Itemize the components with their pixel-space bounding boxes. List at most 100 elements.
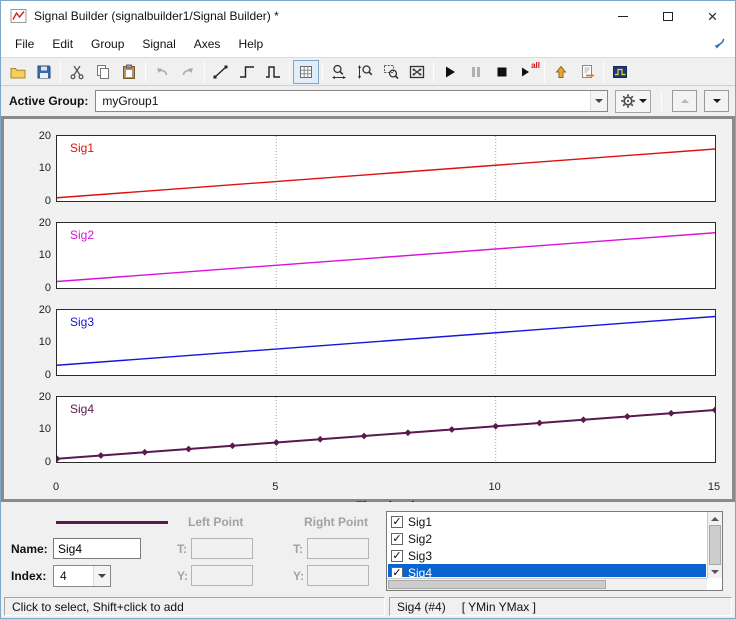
undo-button[interactable] [149,60,175,84]
index-combobox[interactable]: 4 [53,565,111,587]
chevron-down-icon [638,99,647,103]
status-range: [ YMin YMax ] [461,600,536,614]
plot-canvas-sig1[interactable] [57,136,715,201]
signal-label: Sig2 [70,228,95,242]
toolbar-separator [433,61,434,82]
save-icon [37,65,51,78]
status-selection: Sig4 (#4) [ YMin YMax ] [389,597,732,616]
chevron-up-icon [680,99,689,103]
plot-area: 20 10 0 Sig1 20 10 0 Sig2 20 10 0 Sig3 20 10 0 Sig4 0 5 1… [1,116,735,513]
zoom-time-button[interactable] [326,60,352,84]
index-label: Index: [11,569,47,583]
settings-button[interactable] [615,89,651,113]
run-all-button[interactable]: all [515,60,541,84]
chevron-down-icon [93,566,110,586]
signal-listbox: ✓ Sig1 ✓ Sig2 ✓ Sig3 ✓ Sig4 [386,511,723,591]
plot-sig4[interactable]: 20 10 0 Sig4 [39,391,716,468]
menu-signal[interactable]: Signal [133,32,184,56]
signal-list-item[interactable]: ✓ Sig2 [388,530,706,547]
snap-grid-button[interactable] [293,59,319,84]
open-icon [10,67,26,78]
open-button[interactable] [5,60,31,84]
right-y-input [307,565,369,586]
signal-checkbox[interactable]: ✓ [391,532,403,545]
menu-file[interactable]: File [6,32,43,56]
maximize-button[interactable] [645,2,690,31]
scope-button[interactable] [607,60,633,84]
scroll-down-button[interactable] [708,565,722,578]
up-button[interactable] [548,60,574,84]
expand-panel-button[interactable] [704,90,729,112]
save-button[interactable] [31,60,57,84]
right-point-label: Right Point [304,515,368,529]
toolbar-separator [145,61,146,82]
signal-checkbox[interactable]: ✓ [391,566,403,577]
plot-canvas-sig4[interactable] [57,397,715,462]
active-group-value: myGroup1 [102,94,159,108]
plot-sig3[interactable]: 20 10 0 Sig3 [39,304,716,381]
signal-checkbox[interactable]: ✓ [391,549,403,562]
signal-list-item[interactable]: ✓ Sig4 [388,564,706,577]
zoom-fit-button[interactable] [404,60,430,84]
toolbar-separator [289,61,290,82]
zoom-region-button[interactable] [378,60,404,84]
scroll-up-icon [711,516,719,521]
horizontal-scrollbar[interactable] [387,578,707,590]
signal-checkbox[interactable]: ✓ [391,515,403,528]
stop-button[interactable] [489,60,515,84]
cut-icon [70,65,84,79]
export-button[interactable] [574,60,600,84]
redo-button[interactable] [175,60,201,84]
toolbar-separator [60,61,61,82]
signal-list-item[interactable]: ✓ Sig3 [388,547,706,564]
menu-group[interactable]: Group [82,32,133,56]
draw-pulse-button[interactable] [260,60,286,84]
copy-button[interactable] [90,60,116,84]
minimize-icon [617,15,628,17]
left-y-label: Y: [177,569,189,583]
hscrollbar-thumb[interactable] [388,580,606,589]
menu-help[interactable]: Help [229,32,272,56]
stop-icon [497,67,507,76]
export-icon [582,64,595,78]
snap-grid-icon [300,65,312,78]
signal-list-item[interactable]: ✓ Sig1 [388,513,706,530]
name-input[interactable] [53,538,141,559]
menu-edit[interactable]: Edit [43,32,82,56]
pause-button[interactable] [463,60,489,84]
left-t-input [191,538,253,559]
draw-line-button[interactable] [208,60,234,84]
plot-sig1[interactable]: 20 10 0 Sig1 [39,130,716,207]
plot-canvas-sig3[interactable] [57,310,715,375]
active-group-label: Active Group: [9,94,89,108]
scroll-up-button[interactable] [708,512,722,525]
signal-name: Sig1 [408,514,433,529]
paste-button[interactable] [116,60,142,84]
plot-sig2[interactable]: 20 10 0 Sig2 [39,217,716,294]
draw-step-button[interactable] [234,60,260,84]
menu-axes[interactable]: Axes [185,32,230,56]
signal-name: Sig3 [408,548,433,563]
selected-signal-swatch [56,521,168,524]
copy-icon [97,64,109,79]
scrollbar-thumb[interactable] [709,525,721,565]
gear-icon [620,94,635,108]
vertical-scrollbar[interactable] [707,512,722,578]
signal-label: Sig3 [70,315,95,329]
active-group-combobox[interactable]: myGroup1 [95,90,608,112]
plots: 20 10 0 Sig1 20 10 0 Sig2 20 10 0 Sig3 20 10 0 Sig4 [4,130,732,468]
dock-icon[interactable] [712,36,730,52]
collapse-panel-button[interactable] [672,90,697,112]
left-point-label: Left Point [188,515,244,529]
toolbar-separator [204,61,205,82]
zoom-y-button[interactable] [352,60,378,84]
plot-canvas-sig2[interactable] [57,223,715,288]
draw-line-icon [213,65,228,78]
cut-button[interactable] [64,60,90,84]
titlebar: Signal Builder (signalbuilder1/Signal Bu… [1,1,735,31]
run-button[interactable] [437,60,463,84]
minimize-button[interactable] [600,2,645,31]
zoom-region-icon [384,64,399,79]
zoom-fit-icon [409,65,425,78]
close-button[interactable]: × [690,2,735,31]
